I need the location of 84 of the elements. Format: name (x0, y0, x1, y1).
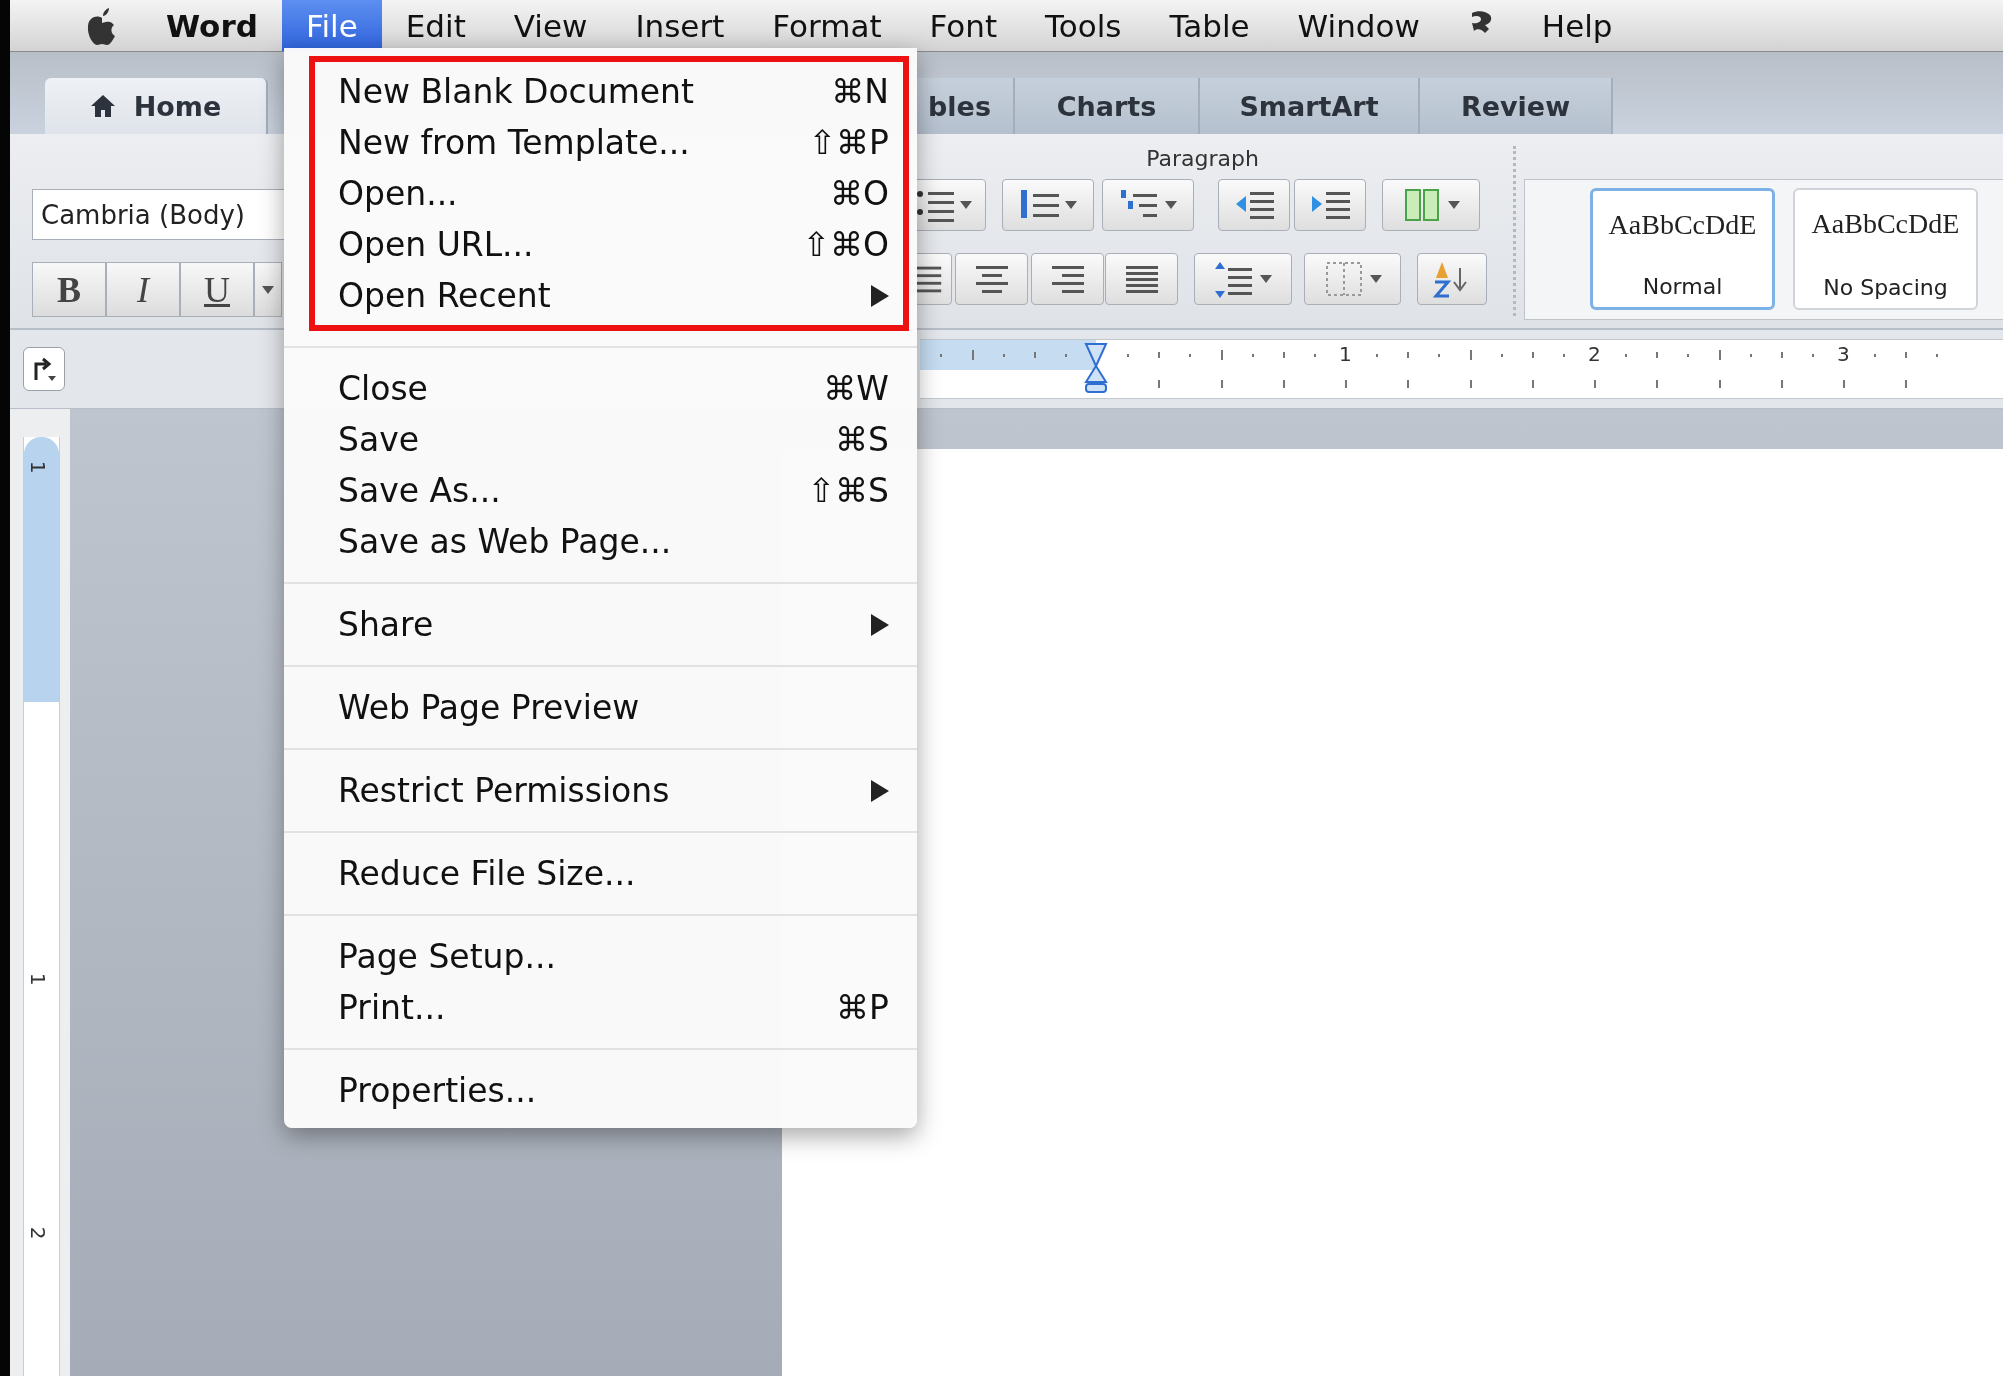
style-card[interactable]: AaBbCcDdE Normal (1590, 188, 1775, 310)
style-name: No Spacing (1823, 275, 1948, 300)
menu-item[interactable]: Share (284, 599, 917, 650)
style-name: Normal (1642, 274, 1723, 299)
style-preview: AaBbCcDdE (1608, 209, 1757, 241)
underline-dropdown-button[interactable] (254, 262, 282, 317)
menu-title[interactable]: Table (1145, 0, 1274, 51)
ruler-number: 3 (1837, 342, 1850, 366)
ribbon-tab[interactable]: Review (1420, 78, 1613, 134)
submenu-arrow-icon (871, 284, 889, 307)
caret-icon (1448, 201, 1460, 209)
menu-title[interactable]: Format (748, 0, 906, 51)
tab-selector-button[interactable] (23, 347, 65, 391)
align-center-button[interactable] (955, 253, 1028, 305)
shortcut-label: ⇧⌘P (808, 123, 889, 162)
submenu-arrow-icon (871, 613, 889, 636)
ribbon-tab[interactable]: Charts (1015, 78, 1200, 134)
ruler-number: 2 (26, 1226, 51, 1240)
sort-button[interactable] (1417, 253, 1487, 305)
format-button[interactable]: B (32, 262, 106, 317)
line-spacing-icon (1214, 260, 1254, 298)
shortcut-label: ⇧⌘S (807, 471, 889, 510)
app-menu[interactable]: Word (142, 0, 282, 51)
menu-item[interactable]: Save as Web Page... (284, 516, 917, 567)
style-preview: AaBbCcDdE (1811, 208, 1960, 240)
tab-label: Review (1460, 90, 1571, 122)
ruler-number: 1 (26, 972, 51, 986)
menu-title[interactable]: Tools (1021, 0, 1146, 51)
multilevel-list-button[interactable] (1102, 179, 1194, 231)
house-icon (89, 94, 116, 118)
style-card[interactable]: AaBbCcDdE No Spacing (1793, 188, 1978, 310)
menu-title[interactable]: Window (1273, 0, 1444, 51)
shortcut-label: ⌘N (831, 72, 889, 111)
columns-icon (1402, 186, 1442, 224)
align-right-button[interactable] (1031, 253, 1104, 305)
submenu-arrow-icon (871, 779, 889, 802)
menu-item[interactable]: Save ⌘S (284, 414, 917, 465)
format-button[interactable]: U (180, 262, 254, 317)
shortcut-label: ⌘W (823, 369, 889, 408)
shortcut-label: ⇧⌘O (802, 225, 889, 264)
menu-title[interactable]: Font (905, 0, 1022, 51)
shortcut-label: ⌘S (835, 420, 889, 459)
menu-title[interactable]: Edit (381, 0, 490, 51)
caret-icon (1260, 275, 1272, 283)
menu-title[interactable]: Insert (611, 0, 749, 51)
ruler-number: 1 (26, 460, 51, 474)
shortcut-label: ⌘O (830, 174, 889, 213)
menu-item[interactable]: Reduce File Size... (284, 848, 917, 899)
borders-button[interactable] (1304, 253, 1401, 305)
increase-indent-button[interactable] (1294, 179, 1366, 231)
columns-button[interactable] (1382, 179, 1480, 231)
caret-icon (1369, 275, 1382, 283)
caret-icon (960, 201, 972, 209)
line-spacing-button[interactable] (1194, 253, 1292, 305)
tab-label: SmartArt (1239, 90, 1379, 122)
menu-item[interactable]: Close ⌘W (284, 363, 917, 414)
menu-item[interactable]: Web Page Preview (284, 682, 917, 733)
ruler-number: 1 (1339, 342, 1352, 366)
borders-icon (1323, 260, 1364, 298)
ruler-number: 2 (1588, 342, 1601, 366)
tab-label: Charts (1056, 90, 1157, 122)
menu-item[interactable]: Restrict Permissions (284, 765, 917, 816)
ribbon-tab[interactable]: Home (45, 78, 268, 134)
menu-item[interactable]: Properties... (284, 1065, 917, 1116)
decrease-indent-button[interactable] (1218, 179, 1290, 231)
menu-title[interactable]: File (281, 0, 382, 51)
menu-item[interactable]: Print... ⌘P (284, 982, 917, 1033)
group-label: Paragraph (1146, 146, 1259, 173)
justify-button[interactable] (1105, 253, 1178, 305)
caret-icon (262, 285, 274, 294)
numbered-list-button[interactable] (1002, 179, 1094, 231)
menu-title[interactable]: Help (1517, 0, 1637, 51)
format-button[interactable]: I (106, 262, 180, 317)
menu-item[interactable]: Open Recent (284, 270, 917, 321)
ribbon-tab[interactable]: SmartArt (1200, 78, 1420, 134)
tab-label: bles (928, 90, 991, 122)
tab-label: Home (133, 90, 222, 122)
menu-item[interactable]: Save As... ⇧⌘S (284, 465, 917, 516)
caret-icon (1065, 201, 1077, 209)
indent-marker-icon[interactable] (1084, 342, 1108, 394)
shortcut-label: ⌘P (836, 988, 889, 1027)
menu-title[interactable]: View (489, 0, 612, 51)
caret-icon (1165, 201, 1177, 209)
menu-item[interactable]: Page Setup... (284, 931, 917, 982)
